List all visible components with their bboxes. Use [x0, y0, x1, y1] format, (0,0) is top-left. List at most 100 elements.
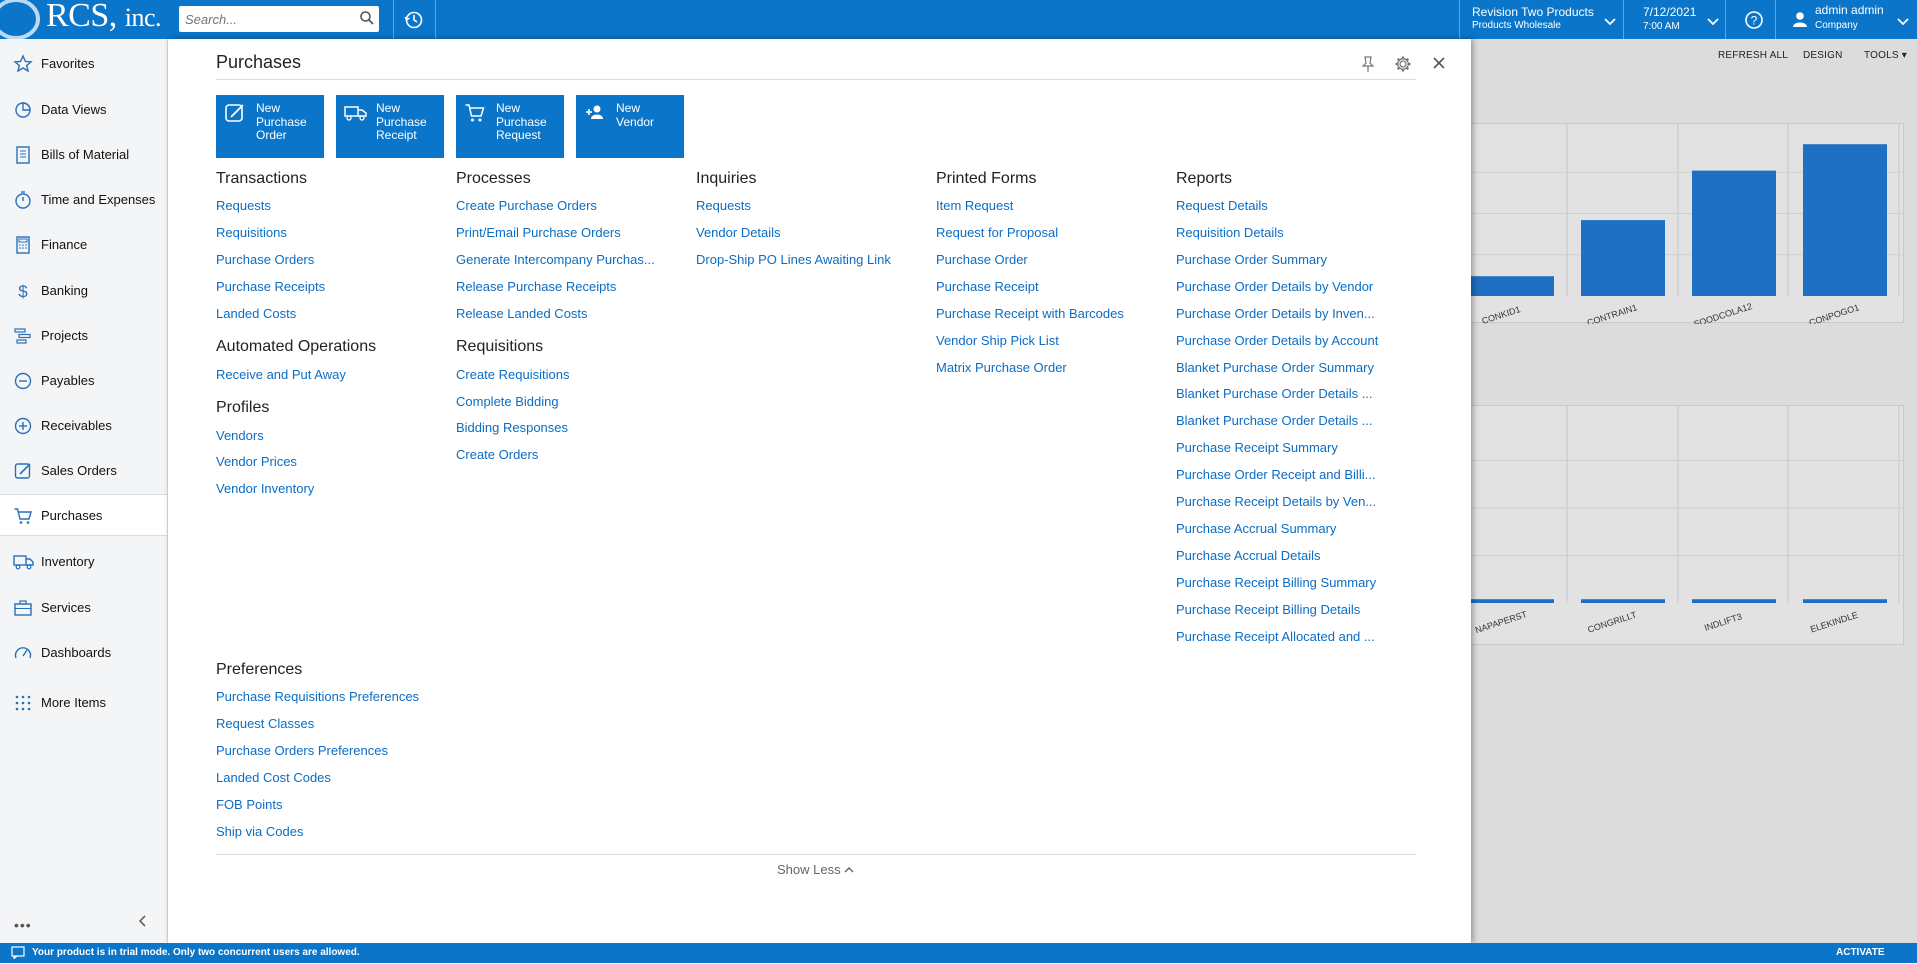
link-vendors[interactable]: Vendors [216, 428, 264, 443]
report-link[interactable]: Purchase Order Summary [1176, 252, 1327, 267]
report-link[interactable]: Purchase Receipt Billing Summary [1176, 575, 1376, 590]
report-link[interactable]: Request Details [1176, 198, 1268, 213]
link-requisitions[interactable]: Requisitions [216, 225, 287, 240]
sidebar-item-payables[interactable]: Payables [0, 360, 167, 400]
link-landed-costs[interactable]: Landed Costs [216, 306, 296, 321]
link-release-purchase-receipts[interactable]: Release Purchase Receipts [456, 279, 616, 294]
more-options-icon[interactable]: ••• [14, 917, 32, 933]
report-link[interactable]: Purchase Order Details by Account [1176, 333, 1378, 348]
link-requests[interactable]: Requests [216, 198, 271, 213]
search-icon[interactable] [359, 10, 375, 31]
link-purchase-order-form[interactable]: Purchase Order [936, 252, 1028, 267]
report-link[interactable]: Purchase Receipt Details by Ven... [1176, 494, 1376, 509]
report-link[interactable]: Blanket Purchase Order Details ... [1176, 386, 1373, 401]
dollar-icon: $ [13, 281, 33, 301]
company-logo[interactable]: RCS, inc. [0, 0, 168, 39]
pin-icon[interactable] [1360, 55, 1376, 78]
divider [1725, 0, 1726, 39]
sidebar-item-favorites[interactable]: Favorites [0, 43, 167, 83]
report-link[interactable]: Purchase Receipt Allocated and ... [1176, 629, 1375, 644]
link-purchase-receipt-with-barcodes[interactable]: Purchase Receipt with Barcodes [936, 306, 1124, 321]
report-link[interactable]: Requisition Details [1176, 225, 1284, 240]
sidebar-item-finance[interactable]: Finance [0, 224, 167, 264]
link-print-email-purchase-orders[interactable]: Print/Email Purchase Orders [456, 225, 621, 240]
report-link[interactable]: Purchase Order Details by Vendor [1176, 279, 1373, 294]
user-menu[interactable]: admin admin Company [1787, 0, 1917, 39]
sidebar-item-receivables[interactable]: Receivables [0, 405, 167, 445]
sidebar-item-banking[interactable]: $ Banking [0, 270, 167, 310]
new-purchase-order-button[interactable]: New Purchase Order [216, 95, 324, 158]
link-inquiry-requests[interactable]: Requests [696, 198, 751, 213]
link-complete-bidding[interactable]: Complete Bidding [456, 394, 559, 409]
link-bidding-responses[interactable]: Bidding Responses [456, 420, 568, 435]
chart-bar[interactable] [1470, 599, 1554, 603]
link-drop-ship-po-lines[interactable]: Drop-Ship PO Lines Awaiting Link [696, 252, 891, 267]
link-request-for-proposal[interactable]: Request for Proposal [936, 225, 1058, 240]
link-purchase-receipts[interactable]: Purchase Receipts [216, 279, 325, 294]
report-link[interactable]: Purchase Receipt Billing Details [1176, 602, 1360, 617]
link-fob-points[interactable]: FOB Points [216, 797, 282, 812]
chart-bar[interactable] [1692, 170, 1776, 296]
history-icon[interactable] [403, 9, 425, 36]
tick-label: NAPAPERST [1474, 609, 1529, 635]
collapse-sidebar-icon[interactable] [136, 914, 150, 933]
report-link[interactable]: Blanket Purchase Order Details ... [1176, 413, 1373, 428]
link-create-purchase-orders[interactable]: Create Purchase Orders [456, 198, 597, 213]
design-button[interactable]: DESIGN [1803, 50, 1843, 61]
link-vendor-inventory[interactable]: Vendor Inventory [216, 481, 314, 496]
sidebar-item-data-views[interactable]: Data Views [0, 89, 167, 129]
report-link[interactable]: Purchase Receipt Summary [1176, 440, 1338, 455]
new-vendor-button[interactable]: New Vendor [576, 95, 684, 158]
search-input[interactable] [179, 6, 349, 32]
sidebar-item-purchases[interactable]: Purchases [0, 494, 167, 536]
close-icon[interactable] [1431, 55, 1447, 76]
link-purchase-orders-preferences[interactable]: Purchase Orders Preferences [216, 743, 388, 758]
new-purchase-receipt-button[interactable]: New Purchase Receipt [336, 95, 444, 158]
sidebar-item-inventory[interactable]: Inventory [0, 541, 167, 581]
report-link[interactable]: Purchase Accrual Summary [1176, 521, 1336, 536]
refresh-all-button[interactable]: REFRESH ALL [1718, 50, 1788, 61]
chart-bar[interactable] [1470, 276, 1554, 296]
report-link[interactable]: Blanket Purchase Order Summary [1176, 360, 1374, 375]
sidebar-item-time-and-expenses[interactable]: Time and Expenses [0, 179, 167, 219]
sidebar-item-sales-orders[interactable]: Sales Orders [0, 450, 167, 490]
link-request-classes[interactable]: Request Classes [216, 716, 314, 731]
sidebar-item-dashboards[interactable]: Dashboards [0, 632, 167, 672]
show-less-button[interactable]: Show Less [777, 862, 854, 877]
link-create-requisitions[interactable]: Create Requisitions [456, 367, 569, 382]
chart-bar[interactable] [1581, 599, 1665, 603]
sidebar-item-services[interactable]: Services [0, 587, 167, 627]
link-release-landed-costs[interactable]: Release Landed Costs [456, 306, 588, 321]
help-icon[interactable]: ? [1744, 10, 1764, 35]
link-purchase-receipt-form[interactable]: Purchase Receipt [936, 279, 1039, 294]
business-date-selector[interactable]: 7/12/2021 7:00 AM [1633, 0, 1719, 39]
link-vendor-details[interactable]: Vendor Details [696, 225, 781, 240]
link-landed-cost-codes[interactable]: Landed Cost Codes [216, 770, 331, 785]
link-matrix-purchase-order[interactable]: Matrix Purchase Order [936, 360, 1067, 375]
search-box[interactable] [179, 6, 379, 32]
link-item-request[interactable]: Item Request [936, 198, 1013, 213]
company-selector[interactable]: Revision Two Products Products Wholesale [1460, 0, 1616, 39]
link-ship-via-codes[interactable]: Ship via Codes [216, 824, 303, 839]
link-purchase-orders[interactable]: Purchase Orders [216, 252, 314, 267]
link-vendor-prices[interactable]: Vendor Prices [216, 454, 297, 469]
sidebar-item-more-items[interactable]: More Items [0, 682, 167, 722]
activate-button[interactable]: ACTIVATE [1836, 947, 1885, 958]
link-generate-intercompany-purchases[interactable]: Generate Intercompany Purchas... [456, 252, 655, 267]
gear-icon[interactable] [1394, 55, 1412, 78]
link-vendor-ship-pick-list[interactable]: Vendor Ship Pick List [936, 333, 1059, 348]
report-link[interactable]: Purchase Order Details by Inven... [1176, 306, 1375, 321]
link-purchase-requisitions-preferences[interactable]: Purchase Requisitions Preferences [216, 689, 419, 704]
link-create-orders[interactable]: Create Orders [456, 447, 538, 462]
chart-bar[interactable] [1803, 144, 1887, 296]
sidebar-item-bills-of-material[interactable]: Bills of Material [0, 134, 167, 174]
link-receive-and-put-away[interactable]: Receive and Put Away [216, 367, 346, 382]
report-link[interactable]: Purchase Order Receipt and Billi... [1176, 467, 1375, 482]
chart-bar[interactable] [1692, 599, 1776, 603]
report-link[interactable]: Purchase Accrual Details [1176, 548, 1321, 563]
chart-bar[interactable] [1803, 599, 1887, 603]
sidebar-item-projects[interactable]: Projects [0, 315, 167, 355]
tools-menu-button[interactable]: TOOLS ▾ [1864, 50, 1907, 61]
chart-bar[interactable] [1581, 220, 1665, 296]
new-purchase-request-button[interactable]: New Purchase Request [456, 95, 564, 158]
